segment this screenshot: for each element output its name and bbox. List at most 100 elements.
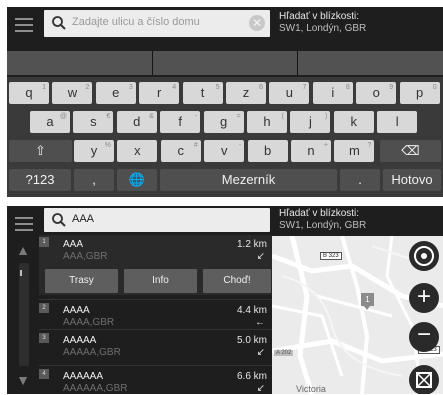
key-y[interactable]: y% [74,140,114,162]
done-key[interactable]: Hotovo [383,169,441,191]
search-near-location: SW1, Londýn, GBR [279,220,367,231]
key-t[interactable]: t5 [182,82,223,104]
key-alt-label: 6 [259,84,263,91]
info-button[interactable]: Info [124,269,197,293]
key-s[interactable]: s € [73,111,114,133]
candidate-bar [7,51,443,75]
map-pin-icon[interactable]: 1 [361,293,374,310]
period-key-label: . [358,172,362,187]
list-item[interactable]: 1 AAA AAA,GBR 1.2 km ↙ [39,237,273,265]
search-field[interactable]: Zadajte ulicu a číslo domu ✕ [44,10,270,37]
search-field[interactable]: AAA [44,208,270,232]
language-key[interactable]: 🌐 [117,169,157,191]
scroll-down-icon[interactable]: ▼ [11,372,35,388]
key-n[interactable]: n + [291,140,331,162]
zoom-in-button[interactable]: + [409,283,439,313]
key-m-label: m [348,143,360,158]
search-near-location: SW1, Londýn, GBR [279,23,367,34]
key-f[interactable]: f- [160,111,201,133]
key-c[interactable]: c # [160,140,201,162]
period-key[interactable]: . [340,169,380,191]
menu-button[interactable] [7,206,41,242]
space-key[interactable]: Mezerník [160,169,337,191]
compass-button[interactable] [409,241,439,271]
key-j[interactable]: j) [290,111,331,133]
menu-button[interactable] [7,7,41,43]
key-f-label: f [178,114,182,129]
symbols-key-label: ?123 [25,172,55,187]
list-item[interactable]: 3 AAAAA AAAAA,GBR 5.0 km ↙ [39,333,273,361]
list-item[interactable]: 2 AAAA AAAA,GBR 4.4 km ← [39,303,273,331]
key-p[interactable]: p0 [399,82,440,104]
key-alt-label: ? [367,142,372,149]
direction-arrow-icon: ← [255,317,265,328]
search-near[interactable]: Hľadať v blízkosti: SW1, Londýn, GBR [279,11,366,35]
key-k[interactable]: k [333,111,374,133]
key-alt-label: 5 [215,84,220,91]
results-screen: AAA Hľadať v blízkosti: SW1, Londýn, GBR… [7,206,443,394]
clear-icon[interactable]: ✕ [249,15,265,31]
key-s-label: s [90,114,97,129]
keyboard: q 1 w 2 e 3 r 4 t 5 z 6 u 7 i 8 o 9 p 0 a @ s € d & f - g = h(j) k l ⇧ y% x… [7,77,443,197]
key-n-label: n [307,143,315,158]
space-key-label: Mezerník [221,172,276,187]
zoom-out-button[interactable]: − [409,322,439,352]
shift-icon: ⇧ [35,143,46,158]
scrollbar[interactable] [19,263,29,366]
key-a[interactable]: a @ [30,111,70,133]
item-number: 3 [39,333,49,343]
key-d-label: d [133,114,141,129]
key-u[interactable]: u7 [269,82,310,104]
fullscreen-button[interactable] [409,365,439,394]
key-x[interactable]: x [117,140,158,162]
symbols-key[interactable]: ?123 [9,169,71,191]
search-near[interactable]: Hľadať v blízkosti: SW1, Londýn, GBR [279,208,366,232]
key-o[interactable]: o9 [356,82,397,104]
key-i[interactable]: i8 [312,82,353,104]
item-number: 4 [39,369,49,379]
item-address: AAAA,GBR [63,317,115,328]
globe-icon: 🌐 [128,172,146,187]
key-alt-label: % [104,142,111,149]
scroll-up-icon[interactable]: ▲ [11,242,35,258]
map-pin-number: 1 [361,293,374,306]
key-l[interactable]: l [377,111,418,133]
key-r[interactable]: r4 [139,82,180,104]
key-v-label: v [220,143,228,158]
direction-arrow-icon: ↙ [256,383,265,394]
key-z[interactable]: z6 [226,82,266,104]
list-divider [39,365,273,366]
key-b[interactable]: b [247,140,288,162]
key-x-label: x [134,143,141,158]
key-h[interactable]: h( [247,111,287,133]
routes-button[interactable]: Trasy [45,269,118,293]
key-g[interactable]: g = [203,111,244,133]
key-d[interactable]: d & [116,111,157,133]
map[interactable]: B 323 A 202 B 323 Victoria 1 + − [272,236,443,394]
key-t-label: t [200,85,205,100]
list-item[interactable]: 4 AAAAAA AAAAAA,GBR 6.6 km ↙ [39,369,273,394]
key-m[interactable]: m? [334,140,375,162]
search-icon [52,16,66,30]
backspace-key[interactable]: ⌫ [380,140,441,162]
menu-icon [15,217,33,219]
go-button[interactable]: Choď! [203,269,271,293]
key-o-label: o [372,85,380,100]
key-a-label: a [46,114,54,129]
done-key-label: Hotovo [391,172,433,187]
key-b-label: b [263,143,272,158]
comma-key[interactable]: , [74,169,114,191]
compass-icon [414,246,434,266]
key-v[interactable]: v- [204,140,245,162]
scrollbar-thumb[interactable] [20,270,22,276]
item-name: AAA [63,239,84,250]
key-w[interactable]: w2 [52,82,93,104]
key-alt-label: 3 [128,84,133,91]
search-value: AAA [72,213,95,225]
key-alt-label: 9 [389,84,394,91]
plus-icon: + [416,283,431,310]
shift-key[interactable]: ⇧ [9,140,72,162]
key-e[interactable]: e3 [95,82,136,104]
key-e-label: e [112,85,120,100]
key-q[interactable]: q1 [9,82,49,104]
